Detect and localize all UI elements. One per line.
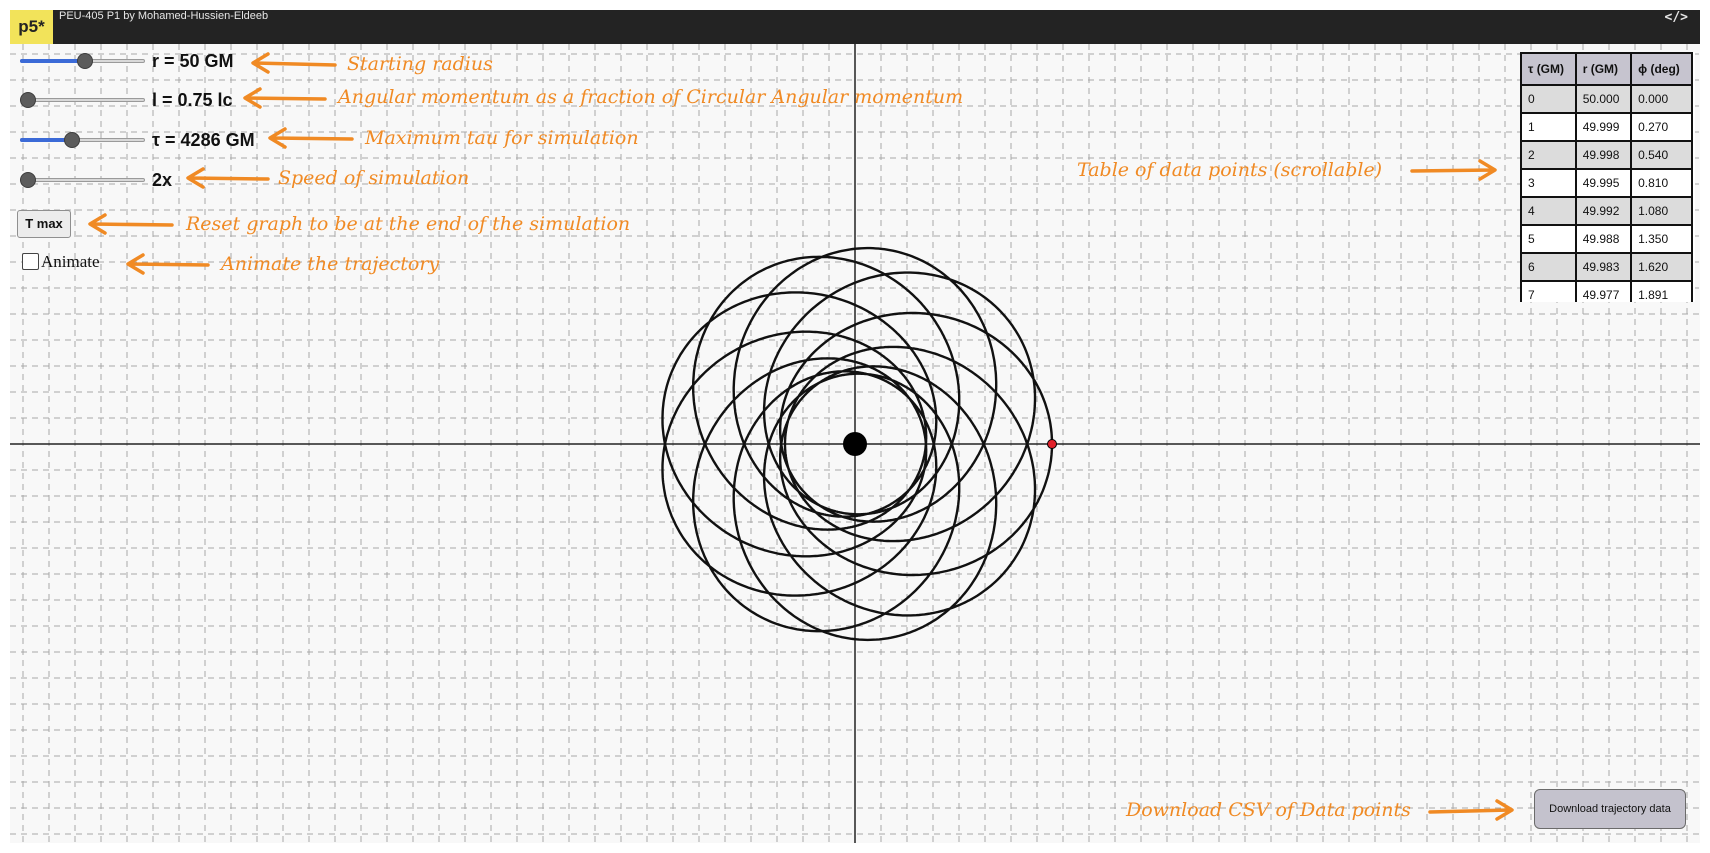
table-cell: 5: [1520, 224, 1577, 254]
black-hole-center: [843, 432, 867, 456]
table-cell: 1.350: [1630, 224, 1693, 254]
annotation-angular-momentum: Angular momentum as a fraction of Circul…: [338, 86, 964, 108]
table-cell: 49.998: [1574, 140, 1633, 170]
tau-slider[interactable]: [20, 131, 145, 149]
slider-thumb[interactable]: [77, 53, 93, 69]
slider-thumb[interactable]: [20, 92, 36, 108]
table-row: 3 49.995 0.810: [1520, 168, 1693, 198]
annotation-speed: Speed of simulation: [278, 167, 470, 189]
animate-checkbox[interactable]: [22, 253, 39, 270]
table-cell: 0.270: [1630, 112, 1693, 142]
tau-value: τ = 4286 GM: [152, 130, 255, 150]
tmax-button[interactable]: T max: [17, 210, 71, 238]
table-cell: 0.810: [1630, 168, 1693, 198]
table-row: 2 49.998 0.540: [1520, 140, 1693, 170]
table-cell: 6: [1520, 252, 1577, 282]
table-cell: 0: [1520, 84, 1577, 114]
table-row: 0 50.000 0.000: [1520, 84, 1693, 114]
table-cell: 0.540: [1630, 140, 1693, 170]
table-cell: 7: [1520, 280, 1577, 302]
slider-thumb[interactable]: [64, 132, 80, 148]
annotation-radius: Starting radius: [347, 53, 493, 75]
slider-track: [20, 178, 145, 182]
download-trajectory-button[interactable]: Download trajectory data: [1534, 789, 1686, 829]
column-header-r: r (GM): [1574, 52, 1633, 86]
table-row: 6 49.983 1.620: [1520, 252, 1693, 282]
sketch-canvas: [10, 44, 1700, 843]
speed-value: 2x: [152, 170, 173, 190]
table-row: 4 49.992 1.080: [1520, 196, 1693, 226]
column-header-tau: τ (GM): [1520, 52, 1577, 86]
angular-momentum-slider[interactable]: [20, 91, 145, 109]
p5-logo[interactable]: p5*: [10, 10, 53, 44]
radius-slider[interactable]: [20, 52, 145, 70]
trajectory-plot: [10, 44, 1700, 843]
table-cell: 50.000: [1574, 84, 1633, 114]
editor-topbar: p5* PEU-405 P1 by Mohamed-Hussien-Eldeeb…: [10, 10, 1700, 44]
table-cell: 3: [1520, 168, 1577, 198]
table-cell: 49.983: [1574, 252, 1633, 282]
table-cell: 1.620: [1630, 252, 1693, 282]
code-toggle-icon[interactable]: </>: [1665, 10, 1688, 44]
table-cell: 49.999: [1574, 112, 1633, 142]
annotation-table: Table of data points (scrollable): [1077, 159, 1383, 181]
table-cell: 2: [1520, 140, 1577, 170]
radius-value: r = 50 GM: [152, 51, 234, 71]
table-cell: 0.000: [1630, 84, 1693, 114]
table-row: 5 49.988 1.350: [1520, 224, 1693, 254]
annotation-download: Download CSV of Data points: [1126, 799, 1411, 821]
column-header-phi: ϕ (deg): [1630, 52, 1693, 86]
data-table: τ (GM) r (GM) ϕ (deg) 0 50.000 0.000 1 49.9…: [1520, 52, 1693, 302]
sketch-title: PEU-405 P1 by Mohamed-Hussien-Eldeeb: [59, 10, 269, 22]
table-cell: 49.988: [1574, 224, 1633, 254]
animate-label: Animate: [41, 252, 100, 271]
annotation-animate: Animate the trajectory: [221, 253, 440, 275]
table-cell: 4: [1520, 196, 1577, 226]
table-cell: 49.977: [1574, 280, 1633, 302]
table-row: 7 49.977 1.891: [1520, 280, 1693, 302]
angular-momentum-value: l = 0.75 lc: [152, 90, 233, 110]
table-cell: 1.080: [1630, 196, 1693, 226]
table-cell: 1: [1520, 112, 1577, 142]
table-row: 1 49.999 0.270: [1520, 112, 1693, 142]
table-cell: 1.891: [1630, 280, 1693, 302]
annotation-tmax: Reset graph to be at the end of the simu…: [186, 213, 631, 235]
table-cell: 49.995: [1574, 168, 1633, 198]
speed-slider[interactable]: [20, 171, 145, 189]
slider-fill: [20, 59, 85, 63]
table-header-row: τ (GM) r (GM) ϕ (deg): [1520, 52, 1693, 86]
slider-thumb[interactable]: [20, 172, 36, 188]
slider-track: [20, 98, 145, 102]
data-table-scroll[interactable]: τ (GM) r (GM) ϕ (deg) 0 50.000 0.000 1 49.9…: [1520, 52, 1695, 302]
table-cell: 49.992: [1574, 196, 1633, 226]
annotation-tau: Maximum tau for simulation: [365, 127, 639, 149]
particle-marker: [1047, 439, 1057, 449]
